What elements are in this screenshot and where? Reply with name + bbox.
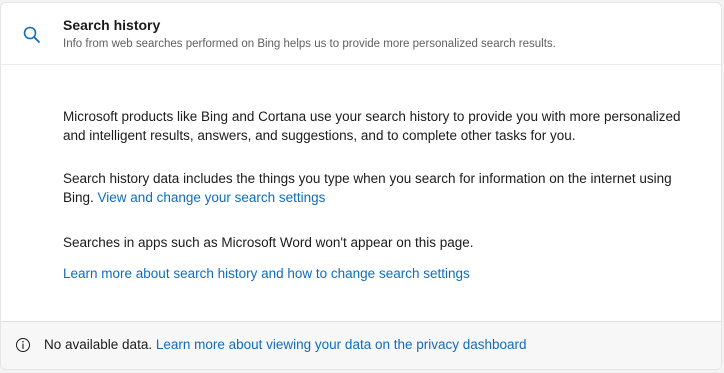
learn-more-search-history-link[interactable]: Learn more about search history and how …: [63, 266, 470, 281]
intro-paragraph: Microsoft products like Bing and Cortana…: [63, 109, 681, 143]
card-subtitle: Info from web searches performed on Bing…: [63, 38, 556, 50]
no-data-text: No available data.: [44, 337, 156, 352]
card-header: Search history Info from web searches pe…: [1, 3, 721, 65]
card-title: Search history: [63, 17, 161, 33]
search-data-paragraph: Search history data includes the things …: [63, 169, 673, 207]
learn-more-paragraph: Learn more about search history and how …: [63, 264, 683, 283]
view-change-search-settings-link[interactable]: View and change your search settings: [98, 190, 326, 205]
card-footer: No available data. Learn more about view…: [1, 321, 721, 369]
search-icon: [22, 25, 42, 45]
info-icon: [15, 337, 31, 353]
search-history-card: Search history Info from web searches pe…: [0, 2, 722, 370]
footer-message: No available data. Learn more about view…: [44, 337, 527, 352]
apps-note-paragraph: Searches in apps such as Microsoft Word …: [63, 235, 474, 250]
privacy-dashboard-link[interactable]: Learn more about viewing your data on th…: [156, 337, 527, 352]
